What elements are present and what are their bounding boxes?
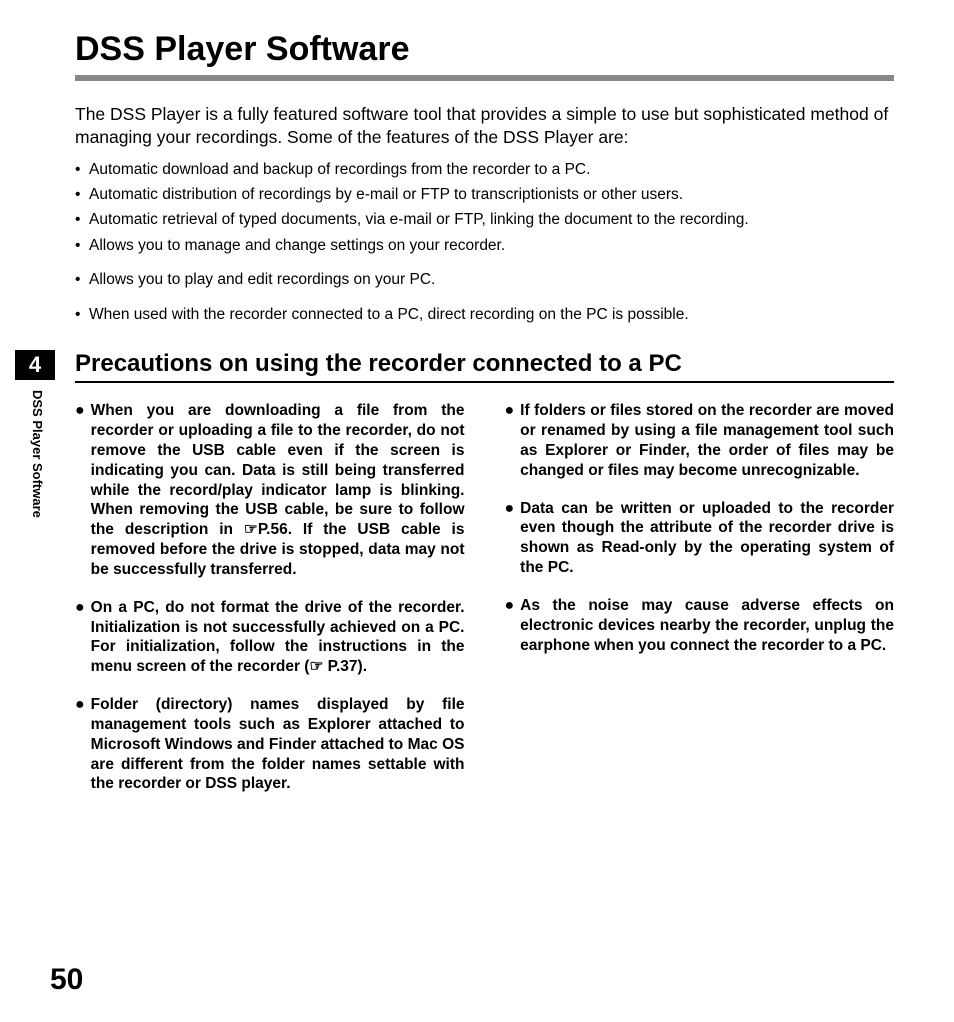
precaution-text: Folder (directory) names displayed by fi… bbox=[91, 695, 465, 794]
page-title: DSS Player Software bbox=[75, 30, 894, 69]
precautions-left-column: ● When you are downloading a file from t… bbox=[75, 401, 465, 812]
feature-item: Automatic download and backup of recordi… bbox=[75, 159, 894, 181]
feature-item: Allows you to manage and change settings… bbox=[75, 235, 894, 257]
page-number: 50 bbox=[50, 963, 83, 997]
precaution-item: ● When you are downloading a file from t… bbox=[75, 401, 465, 579]
chapter-number-box: 4 bbox=[15, 350, 55, 380]
section-row: 4 Precautions on using the recorder conn… bbox=[75, 350, 894, 383]
precautions-right-column: ● If folders or files stored on the reco… bbox=[505, 401, 895, 812]
precaution-item: ● Data can be written or uploaded to the… bbox=[505, 499, 895, 578]
precaution-item: ● On a PC, do not format the drive of th… bbox=[75, 598, 465, 677]
bullet-icon: ● bbox=[75, 598, 85, 677]
precaution-text: On a PC, do not format the drive of the … bbox=[91, 598, 465, 677]
page: DSS Player Software The DSS Player is a … bbox=[0, 0, 954, 1022]
precaution-item: ● Folder (directory) names displayed by … bbox=[75, 695, 465, 794]
precaution-item: ● If folders or files stored on the reco… bbox=[505, 401, 895, 480]
side-tab-label: DSS Player Software bbox=[30, 390, 45, 518]
section-heading: Precautions on using the recorder connec… bbox=[75, 350, 894, 383]
feature-list: Automatic download and backup of recordi… bbox=[75, 159, 894, 327]
bullet-icon: ● bbox=[505, 596, 515, 655]
feature-item: Allows you to play and edit recordings o… bbox=[75, 269, 894, 291]
title-rule bbox=[75, 75, 894, 81]
precaution-text: As the noise may cause adverse effects o… bbox=[520, 596, 894, 655]
bullet-icon: ● bbox=[75, 695, 85, 794]
precaution-item: ● As the noise may cause adverse effects… bbox=[505, 596, 895, 655]
intro-paragraph: The DSS Player is a fully featured softw… bbox=[75, 103, 894, 149]
bullet-icon: ● bbox=[75, 401, 85, 579]
precaution-text: If folders or files stored on the record… bbox=[520, 401, 894, 480]
feature-item: Automatic distribution of recordings by … bbox=[75, 184, 894, 206]
precaution-text: When you are downloading a file from the… bbox=[91, 401, 465, 579]
precautions-columns: ● When you are downloading a file from t… bbox=[75, 401, 894, 812]
precaution-text: Data can be written or uploaded to the r… bbox=[520, 499, 894, 578]
feature-item: When used with the recorder connected to… bbox=[75, 304, 894, 326]
bullet-icon: ● bbox=[505, 499, 515, 578]
bullet-icon: ● bbox=[505, 401, 515, 480]
feature-item: Automatic retrieval of typed documents, … bbox=[75, 209, 894, 231]
